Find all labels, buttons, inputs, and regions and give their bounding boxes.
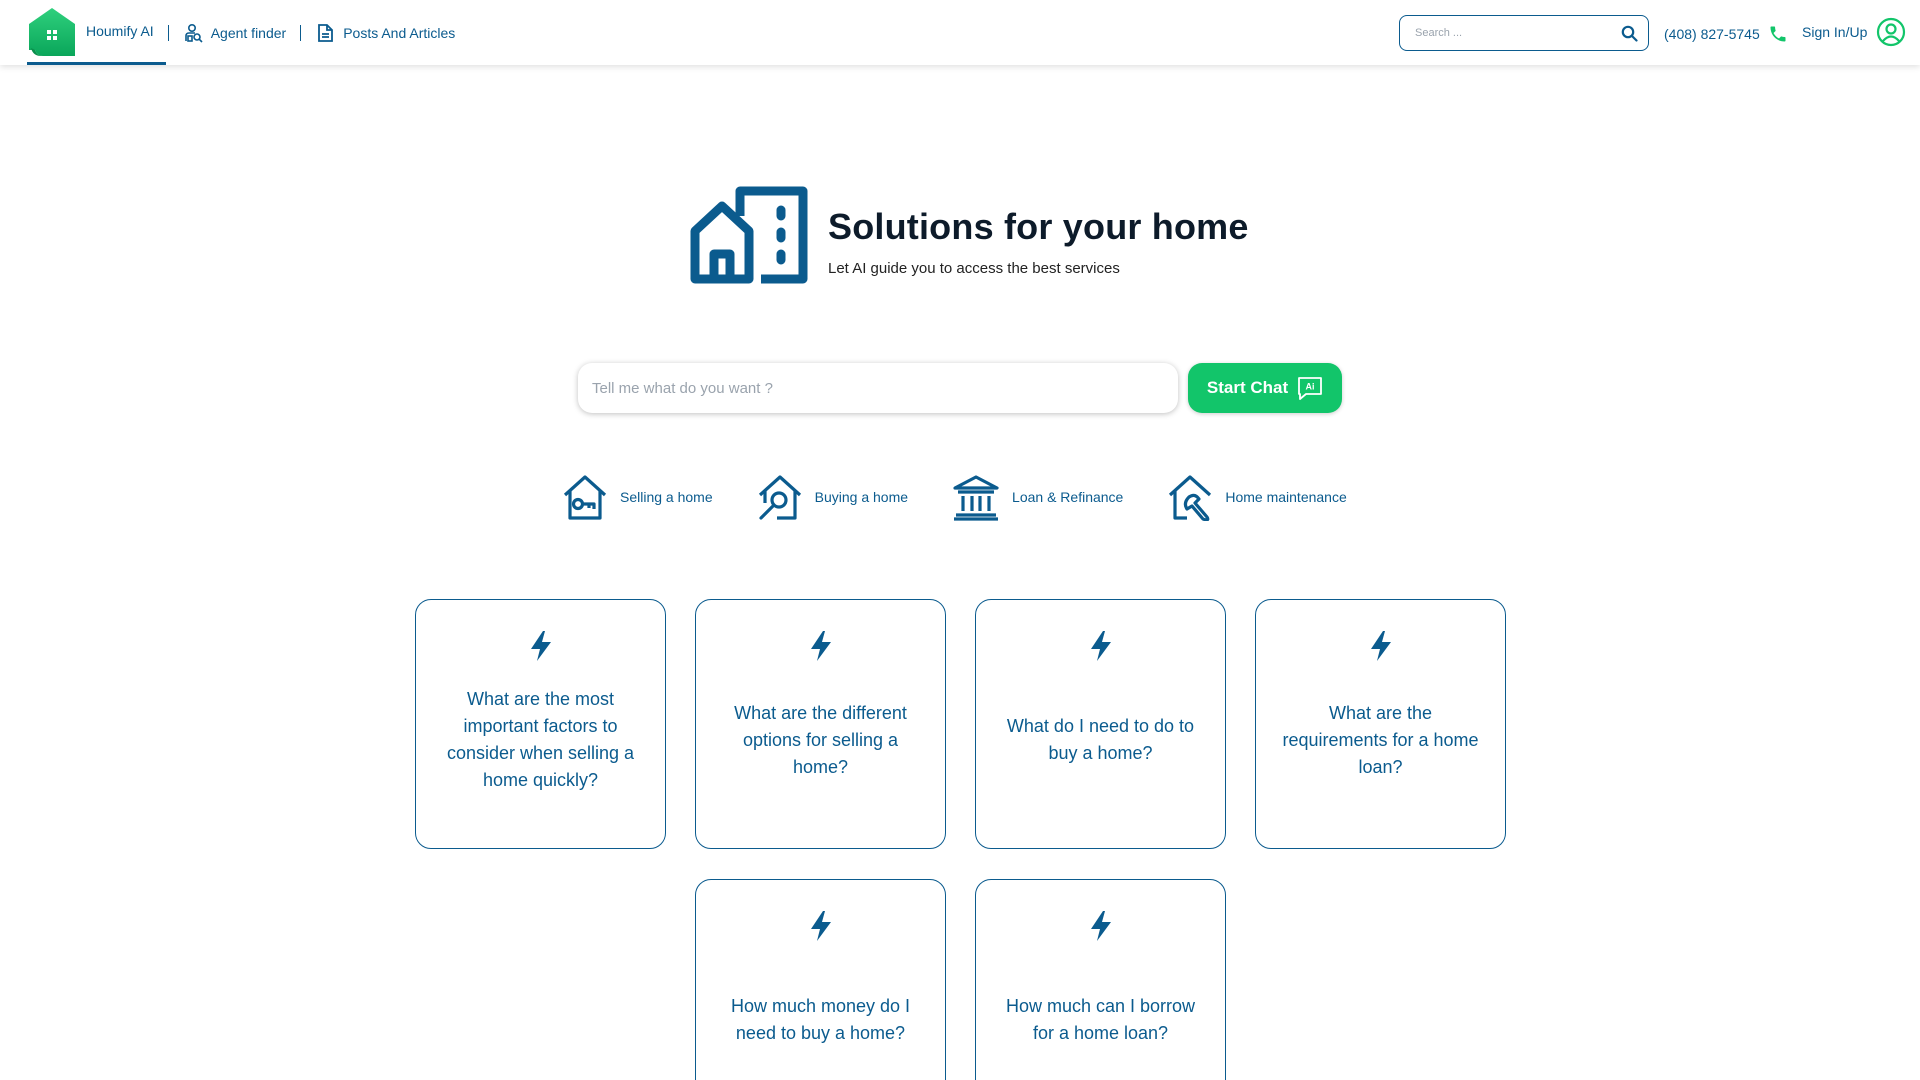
question-text: What do I need to do to buy a home? <box>1006 716 1195 763</box>
page-subtitle: Let AI guide you to access the best serv… <box>828 260 1120 277</box>
question-text: What are the requirements for a home loa… <box>1282 702 1479 777</box>
house-key-icon <box>563 475 607 520</box>
sign-in-label: Sign In/Up <box>1802 24 1868 40</box>
category-loan-refinance[interactable]: Loan & Refinance <box>952 473 1123 521</box>
phone-number: (408) 827-5745 <box>1664 26 1760 42</box>
nav-left: Houmify AI Agent finder Posts And Articl… <box>27 0 455 65</box>
nav-posts-articles-label: Posts And Articles <box>343 24 456 41</box>
category-selling-home[interactable]: Selling a home <box>562 473 713 521</box>
sign-in-link[interactable]: Sign In/Up <box>1802 17 1906 47</box>
lightning-icon <box>531 631 551 661</box>
ai-chat-icon: Ai <box>1298 377 1323 400</box>
lightning-icon <box>1371 631 1391 661</box>
header-search-input[interactable] <box>1415 27 1621 39</box>
bank-icon <box>953 475 999 521</box>
chat-bar: Start Chat Ai <box>578 363 1342 413</box>
question-card[interactable]: What do I need to do to buy a home? <box>975 599 1226 849</box>
lightning-icon <box>1091 631 1111 661</box>
brand-name: Houmify AI <box>86 23 154 39</box>
agent-finder-icon <box>184 23 203 43</box>
page-title: Solutions for your home <box>828 206 1249 247</box>
start-chat-label: Start Chat <box>1206 378 1289 397</box>
question-card[interactable]: How much money do I need to buy a home? <box>695 879 946 1080</box>
category-label: Selling a home <box>620 489 713 505</box>
category-list: Selling a home Buying a home Loan & Refi… <box>562 473 1391 521</box>
lightning-icon <box>811 911 831 941</box>
user-avatar-icon <box>1877 17 1906 47</box>
nav-separator <box>300 24 302 41</box>
nav-agent-finder-label: Agent finder <box>210 24 287 41</box>
document-icon <box>318 23 334 42</box>
top-header: Houmify AI Agent finder Posts And Articl… <box>0 0 1920 65</box>
phone-icon <box>1770 26 1786 42</box>
lightning-icon <box>1091 911 1111 941</box>
category-label: Buying a home <box>814 489 909 505</box>
phone-contact[interactable]: (408) 827-5745 <box>1664 24 1788 44</box>
question-text: What are the most important factors to c… <box>446 689 635 790</box>
hero-section: Solutions for your home Let AI guide you… <box>690 186 1249 284</box>
chat-input[interactable] <box>578 363 1178 413</box>
house-search-icon <box>758 475 801 520</box>
nav-posts-articles[interactable]: Posts And Articles <box>315 23 455 43</box>
nav-agent-finder[interactable]: Agent finder <box>183 23 287 43</box>
nav-separator <box>167 24 169 41</box>
brand-link[interactable]: Houmify AI <box>27 0 166 65</box>
category-home-maintenance[interactable]: Home maintenance <box>1167 473 1347 521</box>
question-text: How much money do I need to buy a home? <box>730 996 911 1043</box>
category-label: Loan & Refinance <box>1012 489 1124 505</box>
search-icon[interactable] <box>1621 25 1638 42</box>
question-card[interactable]: What are the most important factors to c… <box>415 599 666 849</box>
question-text: What are the different options for selli… <box>734 702 907 777</box>
houmify-logo-icon <box>29 8 75 56</box>
lightning-icon <box>811 631 831 661</box>
question-text: How much can I borrow for a home loan? <box>1005 996 1196 1043</box>
question-card[interactable]: How much can I borrow for a home loan? <box>975 879 1226 1080</box>
question-card[interactable]: What are the different options for selli… <box>695 599 946 849</box>
buildings-icon <box>690 186 808 284</box>
category-buying-home[interactable]: Buying a home <box>757 473 908 521</box>
header-search <box>1399 15 1649 51</box>
question-card[interactable]: What are the requirements for a home loa… <box>1255 599 1506 849</box>
ai-badge-text: Ai <box>1306 382 1315 392</box>
category-label: Home maintenance <box>1225 489 1347 505</box>
start-chat-button[interactable]: Start Chat Ai <box>1188 363 1342 413</box>
house-wrench-icon <box>1169 475 1212 521</box>
